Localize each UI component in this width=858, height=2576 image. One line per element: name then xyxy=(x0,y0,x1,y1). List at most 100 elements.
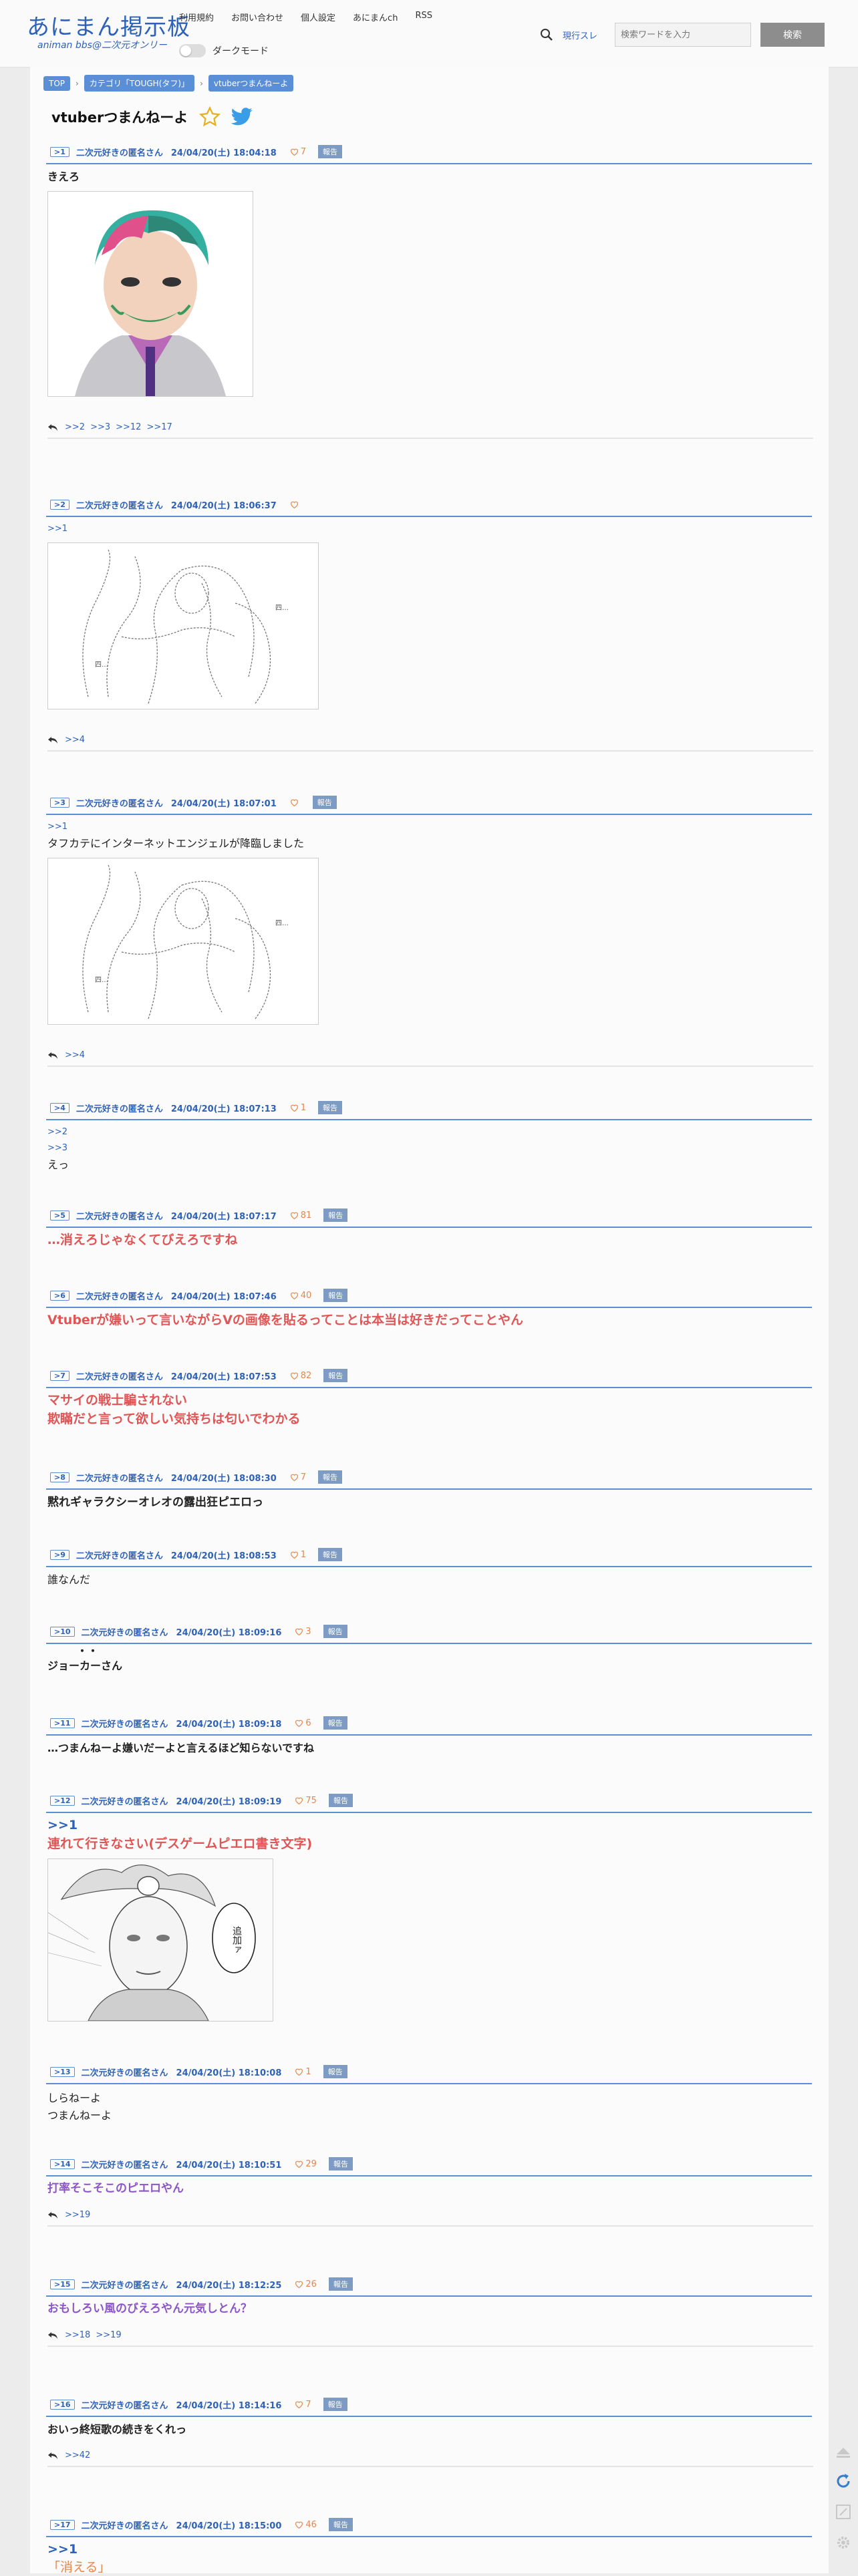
nav-animanch[interactable]: あにまんch xyxy=(353,11,398,23)
site-logo[interactable]: あにまん掲示板 animan bbs@二次元オンリー xyxy=(27,15,190,51)
quote-link[interactable]: >>3 xyxy=(47,1140,812,1156)
post-number[interactable]: >17 xyxy=(50,2519,75,2530)
search-scope-select[interactable]: 現行スレ xyxy=(563,29,597,41)
post-number[interactable]: >2 xyxy=(50,499,69,510)
reply-link[interactable]: >>3 xyxy=(90,422,110,432)
scroll-top-icon[interactable] xyxy=(834,2442,853,2461)
post-image-joker-vtuber[interactable] xyxy=(47,191,253,397)
like-button[interactable]: 1 xyxy=(290,1550,306,1560)
report-button[interactable]: 報告 xyxy=(328,1794,353,1807)
quote-link[interactable]: >>1 xyxy=(47,521,812,537)
like-button[interactable]: 26 xyxy=(295,2279,317,2289)
post-number[interactable]: >1 xyxy=(50,146,69,157)
settings-gear-icon[interactable] xyxy=(834,2533,853,2552)
nav-contact[interactable]: お問い合わせ xyxy=(231,11,283,23)
post-header: >8 二次元好きの匿名さん 24/04/20(土) 18:08:30 7 報告 xyxy=(46,1470,812,1490)
heart-icon xyxy=(295,2401,303,2408)
post-image-ascii-art[interactable]: 四… 四… xyxy=(47,542,319,709)
report-button[interactable]: 報告 xyxy=(328,2277,353,2291)
report-button[interactable]: 報告 xyxy=(312,796,337,809)
report-button[interactable]: 報告 xyxy=(318,145,343,158)
reply-link[interactable]: >>4 xyxy=(65,1050,85,1060)
post-text: 「消える」 xyxy=(47,2560,111,2575)
like-button[interactable]: 6 xyxy=(295,1718,311,1728)
nav-rss[interactable]: RSS xyxy=(415,11,432,23)
post-text: タフカテにインターネットエンジェルが降臨しました xyxy=(47,837,305,850)
post-number[interactable]: >16 xyxy=(50,2399,75,2410)
report-button[interactable]: 報告 xyxy=(323,1209,348,1222)
report-button[interactable]: 報告 xyxy=(323,2398,347,2411)
post-number[interactable]: >13 xyxy=(50,2066,75,2077)
post-number[interactable]: >9 xyxy=(50,1549,69,1560)
post-number[interactable]: >3 xyxy=(50,797,69,808)
post-date: 24/04/20(土) 18:10:08 xyxy=(176,2068,282,2078)
reply-link[interactable]: >>18 xyxy=(65,2330,90,2340)
thread-title-row: vtuberつまんねーよ xyxy=(51,106,253,128)
search-input[interactable] xyxy=(615,23,751,47)
post-body: おいっ終短歌の続きをくれっ >>42 xyxy=(46,2421,813,2467)
post-number[interactable]: >7 xyxy=(50,1370,69,1381)
write-post-icon[interactable] xyxy=(834,2503,853,2521)
post-number[interactable]: >8 xyxy=(50,1472,69,1482)
post-number[interactable]: >12 xyxy=(50,1795,75,1806)
reload-icon[interactable] xyxy=(834,2472,853,2490)
like-button[interactable]: 46 xyxy=(295,2520,317,2530)
like-button[interactable]: 82 xyxy=(290,1371,311,1381)
report-button[interactable]: 報告 xyxy=(323,1369,348,1382)
report-button[interactable]: 報告 xyxy=(328,2518,353,2531)
heart-icon xyxy=(295,2521,303,2529)
quote-link[interactable]: >>1 xyxy=(47,2540,812,2559)
like-button[interactable]: 75 xyxy=(295,1796,317,1806)
breadcrumb-thread[interactable]: vtuberつまんねーよ xyxy=(208,75,294,92)
post-number[interactable]: >14 xyxy=(50,2158,75,2169)
reply-link[interactable]: >>42 xyxy=(65,2450,90,2460)
report-button[interactable]: 報告 xyxy=(318,1470,343,1484)
reply-link[interactable]: >>17 xyxy=(146,422,172,432)
report-button[interactable]: 報告 xyxy=(328,2157,353,2170)
like-button[interactable]: 7 xyxy=(295,2400,311,2410)
like-button[interactable]: 7 xyxy=(290,147,306,157)
report-button[interactable]: 報告 xyxy=(318,1101,343,1114)
breadcrumb-top[interactable]: TOP xyxy=(43,75,71,91)
report-button[interactable]: 報告 xyxy=(323,1289,348,1302)
like-button[interactable]: 29 xyxy=(295,2159,317,2169)
star-favorite-icon[interactable] xyxy=(198,106,221,128)
post-number[interactable]: >11 xyxy=(50,1718,75,1728)
like-button[interactable]: 3 xyxy=(295,1627,311,1637)
reply-arrow-icon xyxy=(48,1052,57,1059)
quote-link[interactable]: >>1 xyxy=(47,1816,812,1834)
post-number[interactable]: >6 xyxy=(50,1290,69,1301)
reply-link[interactable]: >>19 xyxy=(65,2210,90,2220)
post-number[interactable]: >10 xyxy=(50,1626,75,1637)
reply-link[interactable]: >>19 xyxy=(96,2330,121,2340)
svg-text:四…: 四… xyxy=(95,977,108,984)
like-button[interactable] xyxy=(290,500,301,508)
post-image-clown-manga[interactable]: 追加ァ xyxy=(47,1859,273,2022)
like-button[interactable]: 81 xyxy=(290,1211,311,1221)
reply-link[interactable]: >>4 xyxy=(65,735,85,745)
report-button[interactable]: 報告 xyxy=(323,2065,347,2078)
like-button[interactable]: 7 xyxy=(290,1472,306,1482)
breadcrumb-category[interactable]: カテゴリ「TOUGH(タフ)」 xyxy=(84,75,195,92)
twitter-share-icon[interactable] xyxy=(231,107,253,127)
like-button[interactable]: 1 xyxy=(295,2067,311,2077)
like-button[interactable]: 40 xyxy=(290,1291,311,1301)
post-number[interactable]: >15 xyxy=(50,2279,75,2289)
reply-arrow-icon xyxy=(48,2211,57,2219)
nav-settings[interactable]: 個人設定 xyxy=(301,11,335,23)
report-button[interactable]: 報告 xyxy=(323,1716,347,1730)
like-button[interactable]: 1 xyxy=(290,1103,306,1113)
search-button[interactable]: 検索 xyxy=(760,23,825,47)
post-image-ascii-art[interactable]: 四… 四… xyxy=(47,858,319,1025)
quote-link[interactable]: >>2 xyxy=(47,1124,812,1140)
report-button[interactable]: 報告 xyxy=(318,1548,343,1561)
quote-link[interactable]: >>1 xyxy=(47,819,812,835)
post-number[interactable]: >4 xyxy=(50,1102,69,1113)
post-number[interactable]: >5 xyxy=(50,1210,69,1221)
reply-link[interactable]: >>12 xyxy=(116,422,141,432)
reply-link[interactable]: >>2 xyxy=(65,422,85,432)
report-button[interactable]: 報告 xyxy=(323,1625,347,1638)
dark-mode-toggle[interactable] xyxy=(179,44,206,57)
nav-terms[interactable]: 利用規約 xyxy=(179,11,214,23)
like-button[interactable] xyxy=(290,798,301,806)
